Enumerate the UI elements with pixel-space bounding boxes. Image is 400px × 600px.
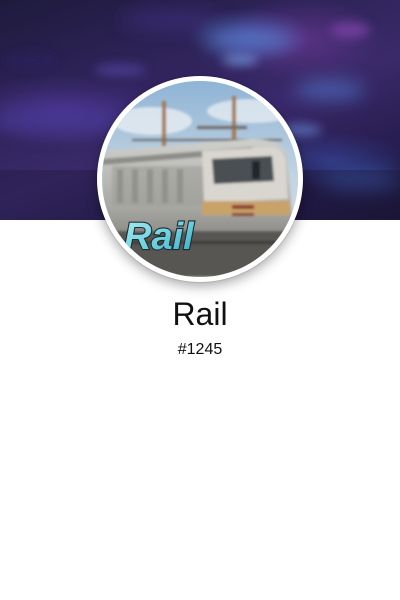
rail-logo: Rail (123, 215, 196, 259)
profile-card: Rail Rail #1245 (0, 0, 400, 600)
train-photo-image: Rail (102, 81, 298, 277)
profile-name: Rail (172, 296, 228, 332)
avatar-logo-text: Rail (124, 216, 195, 258)
avatar[interactable]: Rail (102, 81, 298, 277)
profile-tag: #1245 (177, 341, 223, 358)
avatar-frame: Rail (97, 76, 303, 282)
